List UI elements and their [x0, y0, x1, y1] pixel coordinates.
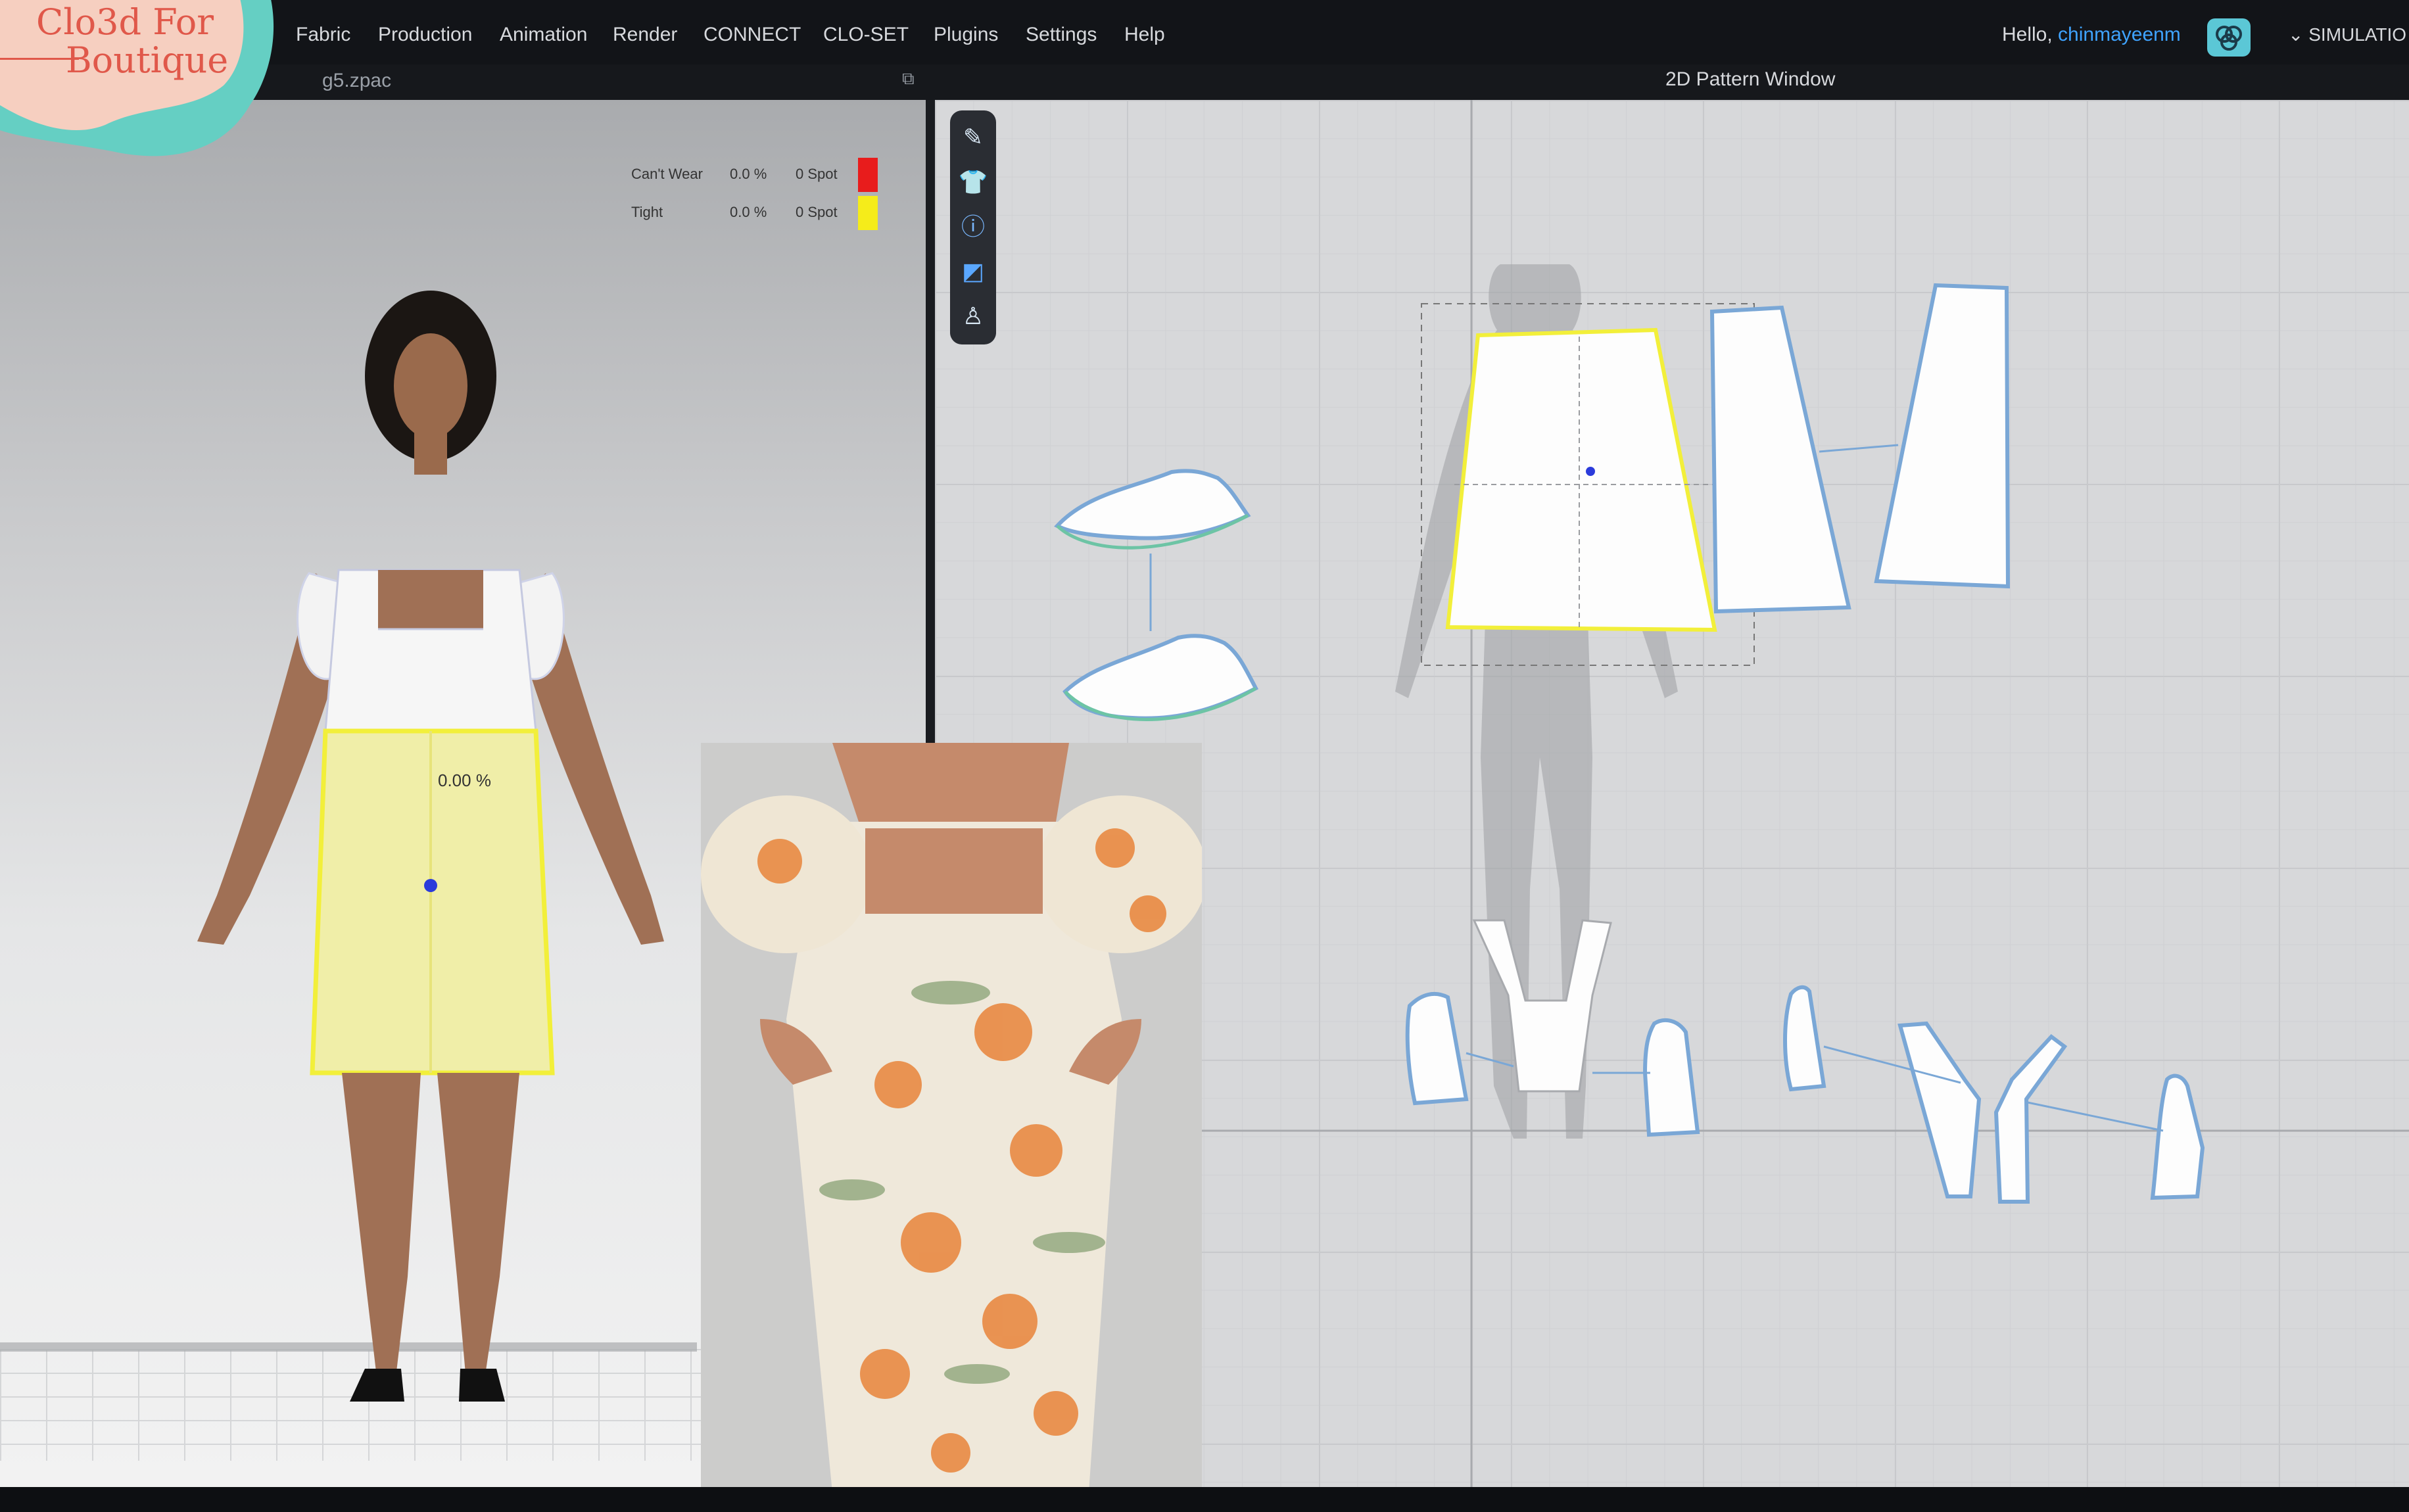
menu-bar: Fabric Production Animation Render CONNE… [0, 0, 2409, 66]
brand-title-line1: Clo3d For [36, 1, 214, 43]
shirt-icon[interactable]: 👕 [957, 166, 990, 199]
menu-fabric[interactable]: Fabric [296, 24, 350, 46]
legend-pct-tight: 0.0 % [730, 204, 767, 220]
pattern-window-title: 2D Pattern Window [1665, 68, 1836, 90]
simulation-toggle[interactable]: ⌄ SIMULATIO [2288, 24, 2406, 45]
user-greeting: Hello, chinmayeenm [2002, 24, 2181, 46]
menu-animation[interactable]: Animation [500, 24, 587, 46]
clo-set-logo-icon[interactable] [2207, 18, 2251, 57]
legend-spot-tight: 0 Spot [796, 204, 838, 220]
menu-clo-set[interactable]: CLO-SET [823, 24, 909, 46]
clo-set-logo-svg [2216, 26, 2242, 51]
pencil-icon[interactable]: ✎ [957, 121, 990, 154]
menu-production[interactable]: Production [378, 24, 472, 46]
menu-plugins[interactable]: Plugins [934, 24, 998, 46]
legend-swatch-red [858, 158, 878, 192]
menu-connect[interactable]: CONNECT [704, 24, 801, 46]
menu-help[interactable]: Help [1124, 24, 1165, 46]
window-restore-icon[interactable]: ⧉ [902, 68, 915, 89]
greeting-text: Hello, [2002, 24, 2059, 45]
brand-badge: Clo3d For Boutique [0, 0, 283, 177]
username-link[interactable]: chinmayeenm [2058, 24, 2181, 45]
chevron-down-icon: ⌄ [2288, 24, 2304, 45]
avatar-shirt-icon[interactable]: ♙ [957, 300, 990, 333]
simulation-label: SIMULATIO [2308, 24, 2407, 45]
status-bar [0, 1487, 2409, 1512]
brand-title-line2: Boutique [66, 39, 229, 81]
legend-swatch-yellow [858, 196, 878, 230]
reference-photo [701, 743, 1202, 1492]
avatar[interactable] [178, 291, 677, 1421]
info-icon[interactable]: ⓘ [957, 210, 990, 243]
legend-label-cant-wear: Can't Wear [631, 166, 703, 182]
file-tab[interactable]: g5.zpac [322, 70, 391, 92]
legend-label-tight: Tight [631, 204, 663, 220]
menu-render[interactable]: Render [613, 24, 677, 46]
fabric-icon[interactable]: ◩ [957, 255, 990, 288]
fit-value-label: 0.00 % [438, 770, 491, 790]
legend-pct-cant-wear: 0.0 % [730, 166, 767, 182]
legend-spot-cant-wear: 0 Spot [796, 166, 838, 182]
reference-photo-image [701, 743, 1202, 1492]
pattern-toolbar: ✎ 👕 ⓘ ◩ ♙ [950, 110, 996, 344]
menu-settings[interactable]: Settings [1026, 24, 1097, 46]
